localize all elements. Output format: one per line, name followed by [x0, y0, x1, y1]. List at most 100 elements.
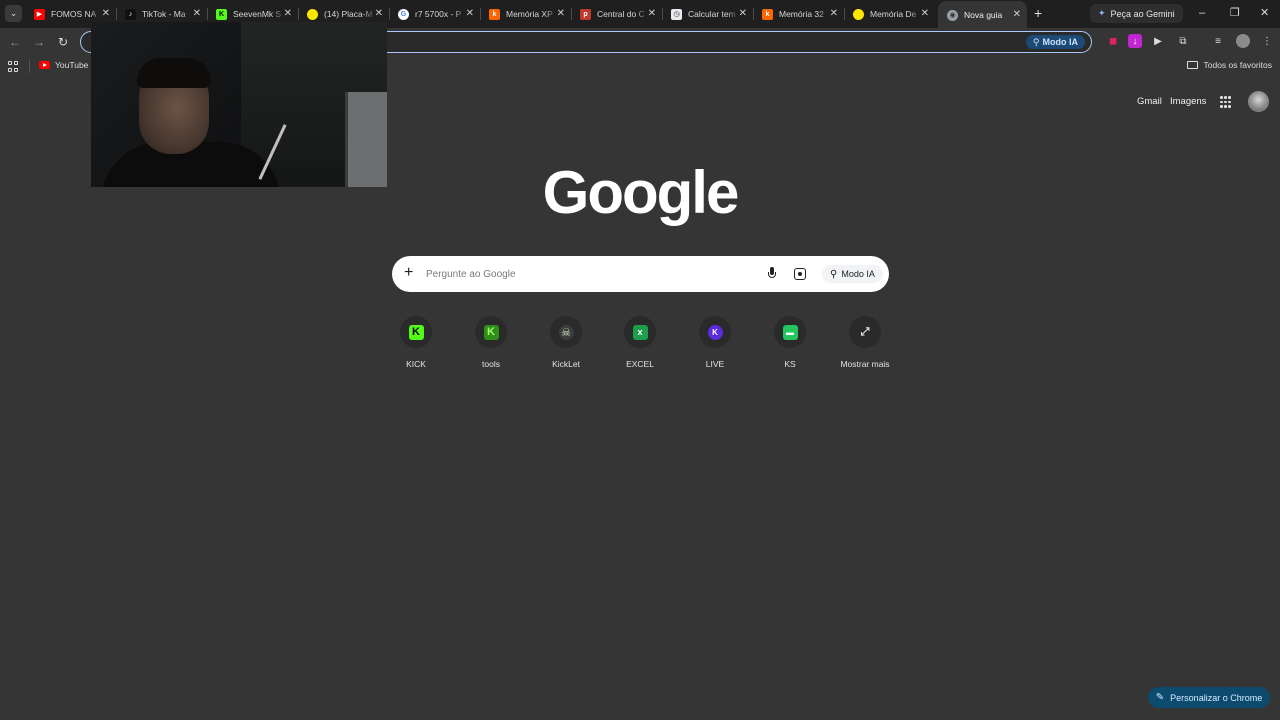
tab[interactable]: k Memória 32 ✕: [753, 0, 844, 28]
close-icon[interactable]: ✕: [648, 8, 656, 20]
chevron-down-icon: ⌄: [9, 8, 18, 18]
extension-icon[interactable]: ◼: [1106, 34, 1120, 48]
search-input[interactable]: [426, 266, 746, 282]
tab-active[interactable]: ◉ Nova guia ✕: [938, 1, 1027, 29]
download-extension-icon[interactable]: ↓: [1128, 34, 1142, 48]
shortcut-excel[interactable]: x EXCEL: [605, 316, 675, 372]
shortcut-circle: x: [624, 316, 656, 348]
forward-button[interactable]: →: [30, 33, 48, 51]
tab-title: Nova guia: [964, 10, 1003, 20]
google-logo: Google: [542, 159, 740, 226]
shortcut-circle: K: [475, 316, 507, 348]
shortcut-label: KS: [784, 359, 796, 369]
youtube-icon: [39, 61, 50, 69]
close-icon[interactable]: ✕: [1013, 9, 1021, 21]
shortcut-ks[interactable]: ▬ KS: [755, 316, 825, 372]
tab-title: Memória 32: [779, 9, 824, 19]
shortcut-kicklet[interactable]: ☠ KickLet: [531, 316, 601, 372]
profile-icon[interactable]: [1236, 34, 1250, 48]
gemini-button[interactable]: ✦ Peça ao Gemini: [1090, 4, 1183, 23]
gmail-link[interactable]: Gmail: [1137, 96, 1162, 107]
tab[interactable]: ◷ Calcular tem ✕: [662, 0, 753, 28]
mercadolivre-icon: [307, 8, 318, 20]
google-icon: G: [398, 8, 409, 20]
kabum-icon: k: [762, 8, 773, 20]
close-icon[interactable]: ✕: [193, 8, 201, 20]
new-tab-button[interactable]: +: [1034, 6, 1042, 20]
close-icon[interactable]: ✕: [739, 8, 747, 20]
plus-icon: +: [1034, 5, 1043, 21]
shortcut-label: KICK: [406, 359, 426, 369]
close-icon[interactable]: ✕: [921, 8, 929, 20]
kick-icon: K: [216, 8, 227, 20]
arrow-right-icon: →: [33, 35, 45, 49]
minimize-icon[interactable]: –: [1199, 6, 1205, 20]
tab-title: Central do C: [597, 9, 645, 19]
restore-icon[interactable]: ❐: [1230, 6, 1240, 20]
tab[interactable]: p Central do C ✕: [571, 0, 662, 28]
shortcut-circle: K: [400, 316, 432, 348]
shortcut-live[interactable]: K LIVE: [680, 316, 750, 372]
close-icon[interactable]: ✕: [830, 8, 838, 20]
chrome-icon: ◉: [947, 9, 958, 21]
tiktok-icon: ♪: [125, 8, 136, 20]
microphone-icon[interactable]: [768, 267, 776, 281]
tab-title: SeevenMk S: [233, 9, 282, 19]
shortcut-kick[interactable]: K KICK: [381, 316, 451, 372]
lens-icon[interactable]: [794, 268, 806, 280]
search-sparkle-icon: ⚲: [1032, 36, 1040, 47]
omnibox-modo-ia-button[interactable]: ⚲ Modo IA: [1025, 35, 1085, 49]
apps-grid-icon[interactable]: [8, 61, 19, 72]
close-window-icon[interactable]: ✕: [1260, 6, 1269, 20]
close-icon[interactable]: ✕: [375, 8, 383, 20]
search-box[interactable]: + ⚲ Modo IA: [392, 256, 889, 292]
calc-icon: ◷: [671, 8, 682, 20]
pichau-icon: p: [580, 8, 591, 20]
shortcut-circle: ▬: [774, 316, 806, 348]
customize-chrome-label: Personalizar o Chrome: [1170, 692, 1263, 703]
expand-icon: ⤢: [860, 325, 870, 338]
bookmark-youtube[interactable]: YouTube: [39, 60, 88, 70]
tab[interactable]: k Memória XP ✕: [480, 0, 571, 28]
shortcut-show-more[interactable]: ⤢ Mostrar mais: [830, 316, 900, 372]
tab-title: FOMOS NA: [51, 9, 97, 19]
live-icon: K: [707, 324, 723, 340]
media-extension-icon[interactable]: ▶: [1151, 34, 1165, 48]
back-button[interactable]: ←: [6, 33, 24, 51]
skull-icon: ☠: [558, 324, 574, 340]
customize-chrome-button[interactable]: ✎ Personalizar o Chrome: [1148, 687, 1270, 708]
tab-search-button[interactable]: ⌄: [5, 5, 22, 22]
reload-icon: ↻: [57, 35, 69, 49]
puzzle-icon[interactable]: ⧉: [1176, 34, 1190, 48]
shortcut-circle: ⤢: [849, 316, 881, 348]
shortcut-tools[interactable]: K tools: [456, 316, 526, 372]
kebab-menu-icon[interactable]: ⋮: [1260, 34, 1274, 48]
pencil-icon: ✎: [1155, 692, 1165, 703]
tab-title: Calcular tem: [688, 9, 736, 19]
search-modo-ia-label: Modo IA: [841, 269, 875, 279]
all-bookmarks-button[interactable]: Todos os favoritos: [1187, 60, 1272, 70]
close-icon[interactable]: ✕: [466, 8, 474, 20]
close-icon[interactable]: ✕: [557, 8, 565, 20]
arrow-left-icon: ←: [9, 35, 21, 49]
search-modo-ia-button[interactable]: ⚲ Modo IA: [822, 265, 883, 283]
close-icon[interactable]: ✕: [284, 8, 292, 20]
search-sparkle-icon: ⚲: [830, 268, 838, 280]
tab-title: Memória De: [870, 9, 917, 19]
shortcut-circle: ☠: [550, 316, 582, 348]
account-avatar[interactable]: [1248, 91, 1269, 112]
reading-list-icon[interactable]: ≡: [1211, 34, 1225, 48]
images-link[interactable]: Imagens: [1170, 96, 1206, 107]
tab[interactable]: Memória De ✕: [844, 0, 935, 28]
google-apps-icon[interactable]: [1220, 96, 1232, 108]
close-icon[interactable]: ✕: [102, 8, 110, 20]
plus-icon[interactable]: +: [404, 265, 413, 281]
spreadsheet-icon: x: [632, 324, 648, 340]
kick-icon: K: [483, 324, 499, 340]
shortcut-label: KickLet: [552, 359, 580, 369]
reload-button[interactable]: ↻: [54, 33, 72, 51]
tab-title: TikTok - Ma: [142, 9, 186, 19]
tab[interactable]: G r7 5700x - P ✕: [389, 0, 480, 28]
kick-icon: K: [408, 324, 424, 340]
sheet-icon: ▬: [782, 324, 798, 340]
